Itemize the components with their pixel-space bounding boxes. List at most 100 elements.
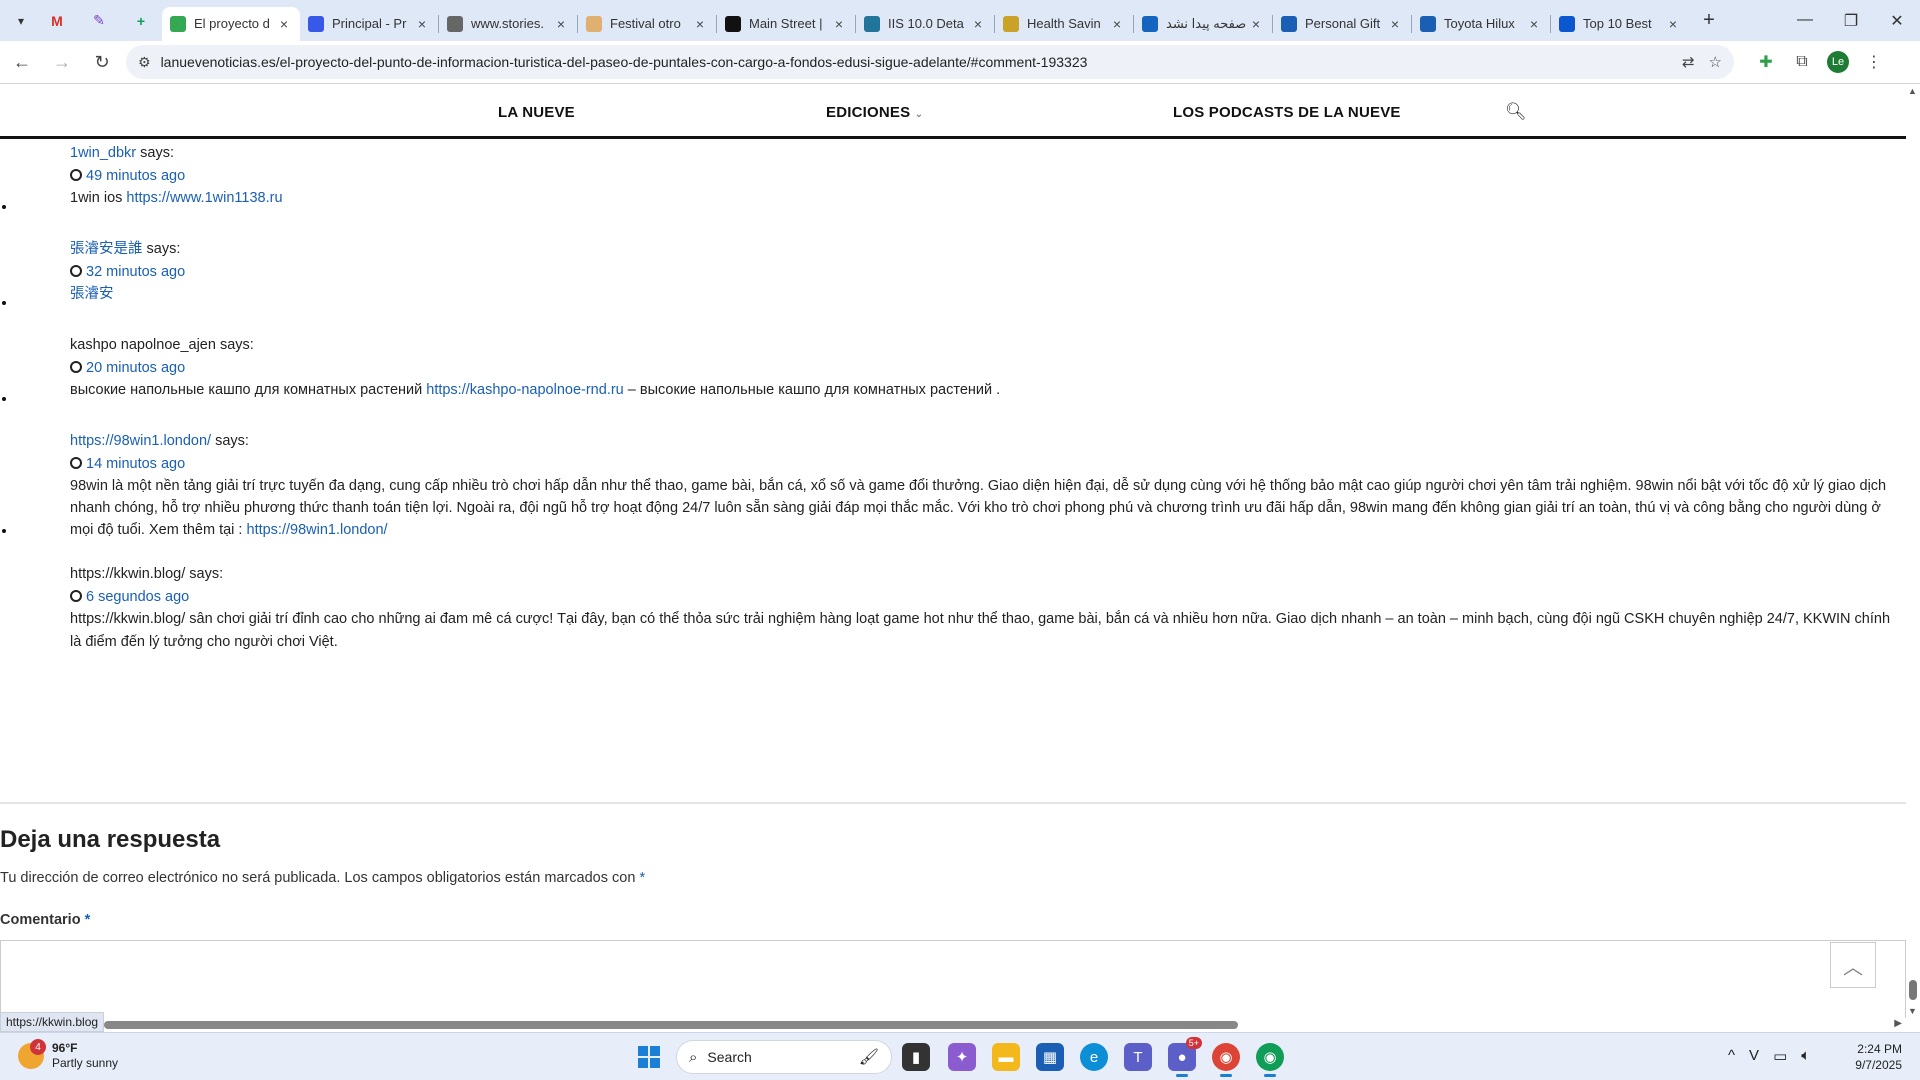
close-tab-icon[interactable]: × [831,16,847,32]
comment-author[interactable]: 1win_dbkr [70,145,136,161]
browser-tab[interactable]: Toyota Hilux × [1412,7,1550,41]
comment-body-link[interactable]: https://kashpo-napolnoe-rnd.ru [426,382,624,398]
tab-title: Festival otro [610,16,681,31]
edge-icon[interactable]: e [1080,1043,1108,1071]
browser-tab[interactable]: El proyecto d × [162,6,300,41]
comment-textarea[interactable] [0,940,1906,1019]
comment-time-link[interactable]: 14 minutos ago [86,456,185,472]
gmail-icon[interactable]: M [36,5,78,37]
chrome-profile-icon[interactable]: ◉ [1256,1043,1284,1077]
vertical-scroll-thumb[interactable] [1909,980,1917,1000]
menu-kebab-icon[interactable]: ⋮ [1856,52,1892,72]
browser-tab[interactable]: IIS 10.0 Deta × [856,7,994,41]
browser-tab[interactable]: صفحه پیدا نشد × [1134,7,1272,41]
copilot-icon[interactable]: ✦ [948,1043,976,1071]
comment-body-link[interactable]: https://www.1win1138.ru [126,190,282,206]
close-tab-icon[interactable]: × [1665,16,1681,32]
back-to-top-button[interactable]: ︿ [1830,942,1876,988]
url-text[interactable]: lanuevenoticias.es/el-proyecto-del-punto… [161,54,1668,70]
nav-podcasts[interactable]: LOS PODCASTS DE LA NUEVE [1173,104,1401,121]
translate-icon[interactable]: ⇄ [1682,53,1695,71]
address-bar[interactable]: ⚙ lanuevenoticias.es/el-proyecto-del-pun… [126,45,1734,79]
task-view-icon[interactable]: ▮ [902,1043,930,1071]
weather-widget[interactable]: 4 96°F Partly sunny [18,1039,118,1071]
restore-icon[interactable]: ❐ [1828,11,1874,31]
extensions-puzzle-icon[interactable]: ⧉ [1784,53,1820,71]
pen-icon[interactable]: ✎ [78,5,120,37]
close-tab-icon[interactable]: × [276,16,292,32]
browser-tab[interactable]: www.stories. × [439,7,577,41]
browser-tab[interactable]: Personal Gift × [1273,7,1411,41]
comment-time-link[interactable]: 49 minutos ago [86,168,185,184]
nav-la-nueve[interactable]: LA NUEVE [498,104,575,121]
search-icon[interactable]: 🔍︎ [1505,102,1527,122]
tab-search-button[interactable]: ▾ [6,7,36,35]
close-tab-icon[interactable]: × [414,16,430,32]
close-tab-icon[interactable]: × [1526,16,1542,32]
chevron-up-icon[interactable]: ^ [1728,1047,1735,1065]
comment-time-link[interactable]: 32 minutos ago [86,264,185,280]
teams-badge: 5+ [1185,1037,1202,1049]
close-tab-icon[interactable]: × [1248,16,1264,32]
new-tab-button[interactable]: + [1693,9,1725,32]
bookmark-star-icon[interactable]: ☆ [1709,53,1722,71]
browser-tab[interactable]: Main Street | × [717,7,855,41]
forward-button[interactable]: → [44,46,80,78]
start-windows-icon[interactable] [638,1046,660,1068]
vpn-icon[interactable]: V [1749,1047,1759,1065]
back-button[interactable]: ← [4,46,40,78]
site-info-icon[interactable]: ⚙ [138,54,151,71]
browser-tab[interactable]: Festival otro × [578,7,716,41]
weather-badge: 4 [30,1039,46,1055]
taskbar-search[interactable]: ⌕ Search 🖌︎ [676,1040,892,1074]
scroll-down-icon[interactable]: ▼ [1908,1006,1917,1016]
close-window-icon[interactable]: ✕ [1874,11,1920,31]
browser-tab[interactable]: Health Savin × [995,7,1133,41]
store-icon[interactable]: ▦ [1036,1043,1064,1071]
tab-title: Toyota Hilux [1444,16,1515,31]
horizontal-scrollbar[interactable]: ▶ [0,1018,1906,1032]
minimize-icon[interactable]: — [1782,11,1828,31]
c-icon [1420,15,1436,32]
nav-ediciones[interactable]: EDICIONES ⌄ [826,104,923,121]
comment-author[interactable]: https://98win1.london/ [70,433,211,449]
list-bullet [2,397,6,401]
taskbar-search-label: Search [707,1049,752,1065]
close-tab-icon[interactable]: × [970,16,986,32]
close-tab-icon[interactable]: × [1109,16,1125,32]
comment-author[interactable]: 張濬安是誰 [70,241,143,257]
scroll-up-icon[interactable]: ▲ [1908,86,1917,96]
browser-tab[interactable]: Principal - Pr × [300,7,438,41]
maps-pin-icon [170,15,186,32]
comment-body-link[interactable]: 張濬安 [70,286,114,302]
profile-avatar[interactable]: Le [1827,51,1849,73]
reply-note-text: Tu dirección de correo electrónico no se… [0,870,640,886]
volume-icon[interactable]: 🔈︎ [1801,1047,1810,1065]
close-tab-icon[interactable]: × [1387,16,1403,32]
extension-green-icon[interactable]: ✚ [1748,52,1784,72]
divider [0,802,1906,804]
file-explorer-icon[interactable]: ▬ [992,1043,1020,1071]
close-tab-icon[interactable]: × [553,16,569,32]
scroll-right-icon[interactable]: ▶ [1894,1018,1902,1029]
close-tab-icon[interactable]: × [692,16,708,32]
reload-button[interactable]: ↻ [84,46,120,78]
clock[interactable]: 2:24 PM 9/7/2025 [1842,1041,1902,1073]
chrome-icon[interactable]: ◉ [1212,1043,1240,1077]
comment-time-link[interactable]: 20 minutos ago [86,360,185,376]
search-highlight-icon: 🖌︎ [858,1049,879,1066]
required-mark: * [639,870,646,886]
tab-title: Principal - Pr [332,16,407,31]
browser-tab[interactable]: Top 10 Best × [1551,7,1689,41]
horizontal-scroll-thumb[interactable] [104,1021,1238,1029]
network-icon[interactable]: ▭ [1773,1047,1787,1065]
comment-body-link[interactable]: https://98win1.london/ [247,522,388,538]
comment-time-link[interactable]: 6 segundos ago [86,589,189,605]
teams-icon[interactable]: T [1124,1043,1152,1071]
teams-chat-icon[interactable]: ● 5+ [1168,1037,1202,1077]
browser-toolbar: ← → ↻ ⚙ lanuevenoticias.es/el-proyecto-d… [0,41,1920,84]
sheets-icon[interactable]: + [120,5,162,37]
feather-icon [1142,15,1158,32]
vertical-scrollbar[interactable]: ▲ ▼ [1906,84,1920,1018]
comment-item: 張濬安是誰 says: 32 minutos ago 張濬安 [70,238,1900,306]
